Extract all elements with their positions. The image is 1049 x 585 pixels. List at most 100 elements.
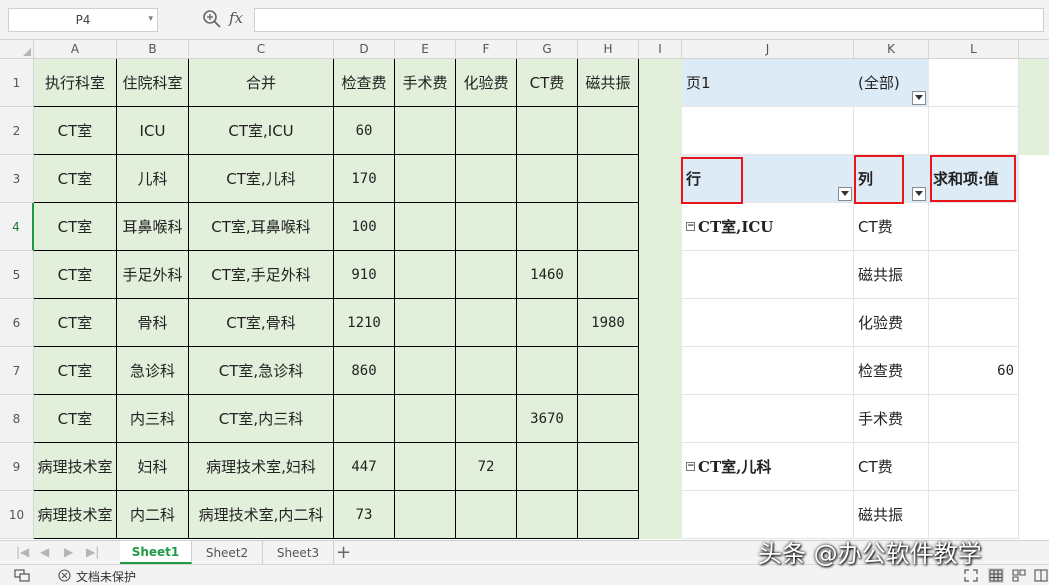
row-header-4[interactable]: 4 xyxy=(0,203,34,251)
table-cell[interactable] xyxy=(517,203,578,251)
column-header-i[interactable]: I xyxy=(639,40,682,59)
table-cell[interactable] xyxy=(517,347,578,395)
table-cell[interactable]: 100 xyxy=(334,203,395,251)
table-header-cell[interactable]: 手术费 xyxy=(395,59,456,107)
table-cell[interactable] xyxy=(578,491,639,539)
table-cell[interactable]: 447 xyxy=(334,443,395,491)
pivot-col-label[interactable]: CT费 xyxy=(854,203,929,251)
pivot-value[interactable] xyxy=(929,299,1019,347)
table-header-cell[interactable]: 检查费 xyxy=(334,59,395,107)
pivot-value[interactable] xyxy=(929,443,1019,491)
table-cell[interactable] xyxy=(395,251,456,299)
table-cell[interactable] xyxy=(517,155,578,203)
macro-icon[interactable] xyxy=(14,569,30,582)
table-cell[interactable]: 60 xyxy=(334,107,395,155)
next-sheet-icon[interactable]: ▶ xyxy=(64,545,73,559)
table-cell[interactable] xyxy=(578,443,639,491)
column-header-e[interactable]: E xyxy=(395,40,456,59)
table-cell[interactable]: 1210 xyxy=(334,299,395,347)
pivot-col-label[interactable]: 磁共振 xyxy=(854,491,929,539)
column-header-b[interactable]: B xyxy=(117,40,189,59)
row-header-9[interactable]: 9 xyxy=(0,443,34,491)
column-header-d[interactable]: D xyxy=(334,40,395,59)
select-all-corner[interactable] xyxy=(0,40,34,59)
table-cell[interactable]: 3670 xyxy=(517,395,578,443)
page-break-view-icon[interactable] xyxy=(1012,569,1026,582)
table-header-cell[interactable]: 合并 xyxy=(189,59,334,107)
pivot-row-header[interactable]: 行 xyxy=(682,155,854,203)
collapse-icon[interactable]: − xyxy=(686,222,695,231)
row-header-7[interactable]: 7 xyxy=(0,347,34,395)
pivot-value[interactable] xyxy=(929,395,1019,443)
table-cell[interactable]: ICU xyxy=(117,107,189,155)
table-cell[interactable] xyxy=(395,203,456,251)
row-header-8[interactable]: 8 xyxy=(0,395,34,443)
table-cell[interactable] xyxy=(395,443,456,491)
table-cell[interactable] xyxy=(456,155,517,203)
table-cell[interactable] xyxy=(517,107,578,155)
table-cell[interactable] xyxy=(578,107,639,155)
table-cell[interactable]: CT室,耳鼻喉科 xyxy=(189,203,334,251)
row-header-2[interactable]: 2 xyxy=(0,107,34,155)
formula-input[interactable] xyxy=(254,8,1044,32)
table-cell[interactable]: 1460 xyxy=(517,251,578,299)
pivot-value[interactable] xyxy=(929,251,1019,299)
pivot-row-label[interactable] xyxy=(682,395,854,443)
sheet-tab-sheet1[interactable]: Sheet1 xyxy=(120,541,192,564)
table-cell[interactable] xyxy=(456,347,517,395)
sheet-tab-sheet2[interactable]: Sheet2 xyxy=(192,541,263,564)
table-cell[interactable] xyxy=(395,347,456,395)
pivot-value[interactable]: 60 xyxy=(929,347,1019,395)
pivot-cell[interactable] xyxy=(854,107,929,155)
pivot-cell[interactable] xyxy=(929,59,1019,107)
pivot-cell[interactable] xyxy=(682,107,854,155)
pivot-col-label[interactable]: 化验费 xyxy=(854,299,929,347)
pivot-row-label[interactable] xyxy=(682,491,854,539)
sheet-tab-sheet3[interactable]: Sheet3 xyxy=(263,541,334,564)
table-cell[interactable] xyxy=(517,299,578,347)
table-cell[interactable]: CT室 xyxy=(34,251,117,299)
table-cell[interactable] xyxy=(578,251,639,299)
table-cell[interactable] xyxy=(395,491,456,539)
protection-status[interactable]: 文档未保护 xyxy=(76,568,136,585)
prev-sheet-icon[interactable]: ◀ xyxy=(40,545,49,559)
pivot-value[interactable] xyxy=(929,203,1019,251)
pivot-cell[interactable] xyxy=(929,107,1019,155)
pivot-value[interactable] xyxy=(929,491,1019,539)
add-sheet-icon[interactable]: + xyxy=(336,542,351,563)
column-header-j[interactable]: J xyxy=(682,40,854,59)
row-header-3[interactable]: 3 xyxy=(0,155,34,203)
table-header-cell[interactable]: 化验费 xyxy=(456,59,517,107)
zoom-icon[interactable] xyxy=(202,9,222,29)
first-sheet-icon[interactable]: |◀ xyxy=(16,545,29,559)
table-cell[interactable] xyxy=(578,395,639,443)
pivot-row-label[interactable] xyxy=(682,251,854,299)
table-cell[interactable] xyxy=(517,491,578,539)
table-cell[interactable] xyxy=(395,155,456,203)
pivot-row-label[interactable]: − CT室,ICU xyxy=(682,203,854,251)
table-cell[interactable]: CT室,内三科 xyxy=(189,395,334,443)
table-cell[interactable]: 妇科 xyxy=(117,443,189,491)
row-header-5[interactable]: 5 xyxy=(0,251,34,299)
column-header-l[interactable]: L xyxy=(929,40,1019,59)
column-header-g[interactable]: G xyxy=(517,40,578,59)
table-cell[interactable]: CT室,ICU xyxy=(189,107,334,155)
filter-dropdown-icon[interactable] xyxy=(912,187,926,201)
table-cell[interactable] xyxy=(456,251,517,299)
table-cell[interactable]: CT室 xyxy=(34,347,117,395)
table-cell[interactable] xyxy=(395,299,456,347)
table-cell[interactable]: CT室 xyxy=(34,155,117,203)
table-header-cell[interactable]: 磁共振 xyxy=(578,59,639,107)
table-cell[interactable]: 72 xyxy=(456,443,517,491)
row-header-1[interactable]: 1 xyxy=(0,59,34,107)
table-cell[interactable] xyxy=(395,395,456,443)
chevron-down-icon[interactable]: ▾ xyxy=(148,14,153,24)
pivot-row-label[interactable]: − CT室,儿科 xyxy=(682,443,854,491)
table-cell[interactable]: 急诊科 xyxy=(117,347,189,395)
table-cell[interactable] xyxy=(456,107,517,155)
row-header-10[interactable]: 10 xyxy=(0,491,34,539)
filter-dropdown-icon[interactable] xyxy=(912,91,926,105)
table-cell[interactable]: CT室,急诊科 xyxy=(189,347,334,395)
column-header-f[interactable]: F xyxy=(456,40,517,59)
column-header-c[interactable]: C xyxy=(189,40,334,59)
